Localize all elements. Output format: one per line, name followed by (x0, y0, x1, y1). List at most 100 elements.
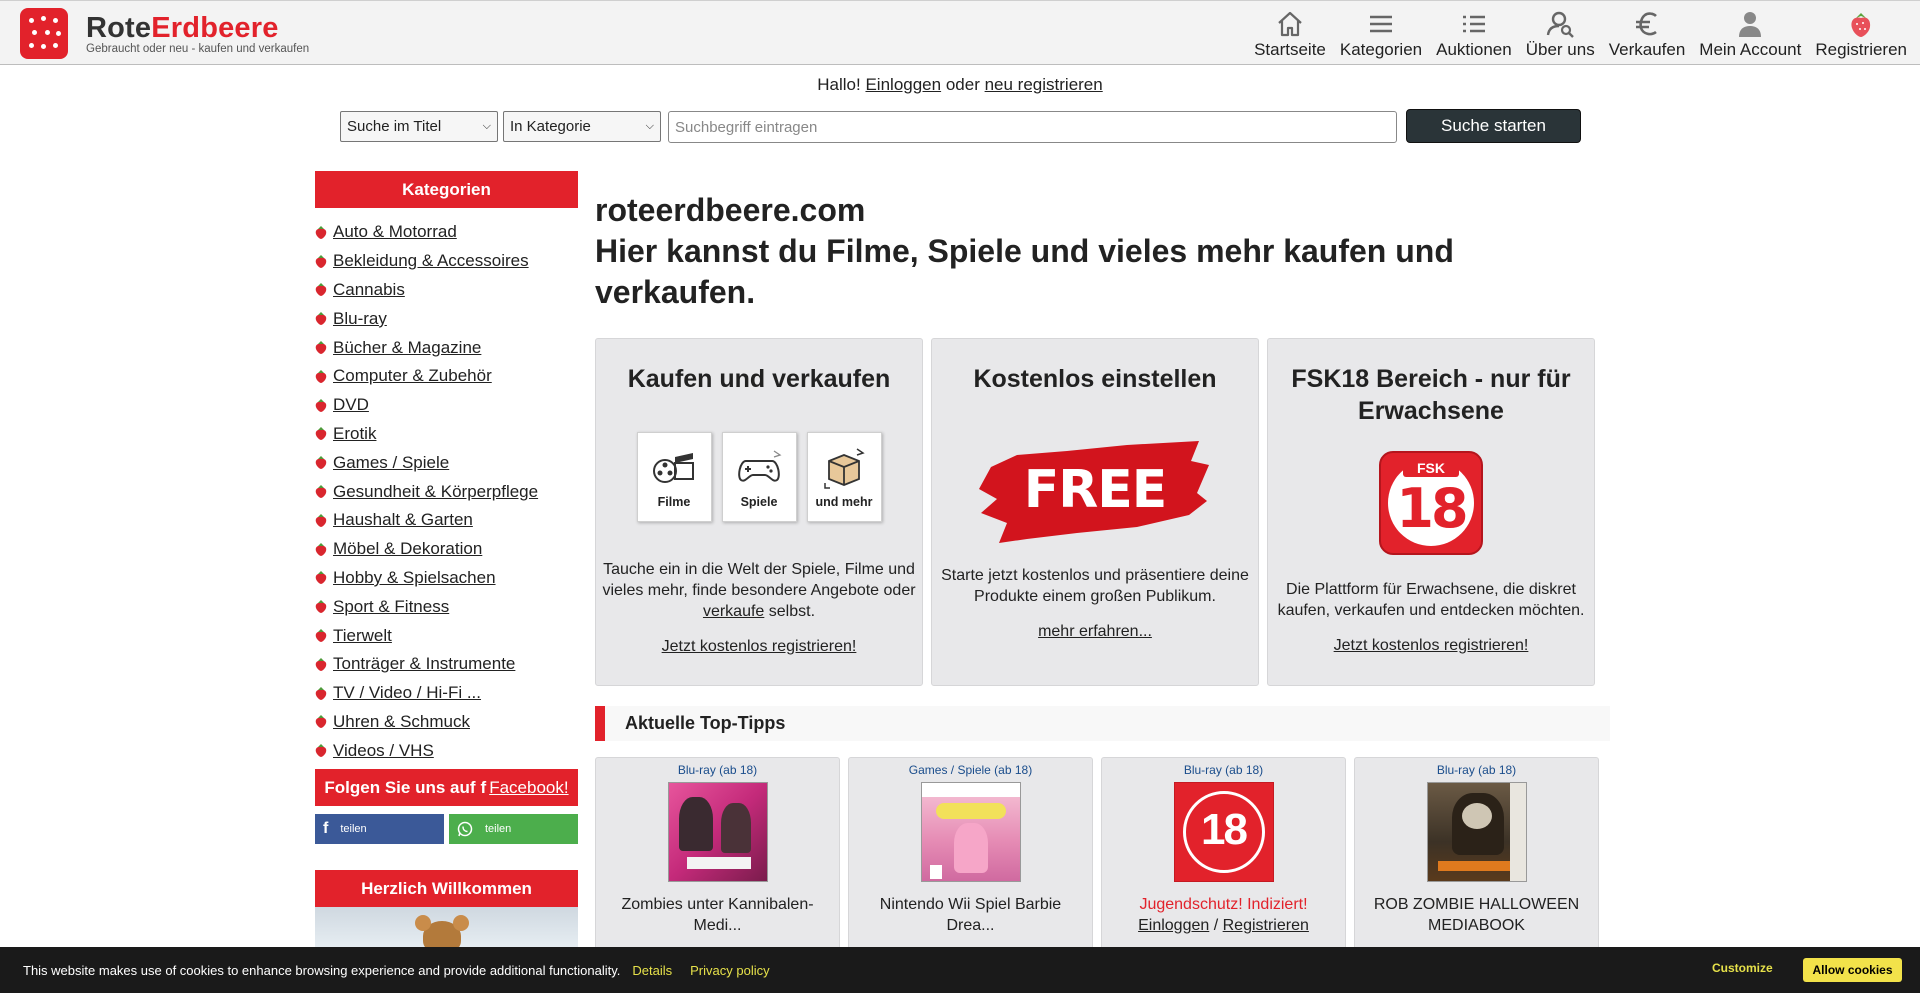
nav-verkaufen[interactable]: Verkaufen (1602, 9, 1693, 61)
product-title[interactable]: Nintendo Wii Spiel Barbie Drea... (849, 894, 1092, 936)
category-link[interactable]: Uhren & Schmuck (333, 712, 470, 732)
product-image[interactable] (1426, 782, 1527, 882)
category-item[interactable]: DVD (315, 391, 578, 420)
privacy-policy-link[interactable]: Privacy policy (690, 963, 769, 978)
category-link[interactable]: Blu-ray (333, 309, 387, 329)
register-link[interactable]: neu registrieren (985, 75, 1103, 94)
card-title: Kostenlos einstellen (973, 365, 1217, 393)
nav-label: Kategorien (1339, 40, 1423, 59)
greeting-or: oder (945, 75, 980, 94)
facebook-link[interactable]: Facebook! (489, 778, 568, 798)
category-link[interactable]: TV / Video / Hi-Fi ... (333, 683, 481, 703)
account-icon (1739, 12, 1762, 37)
category-item[interactable]: Blu-ray (315, 304, 578, 333)
category-item[interactable]: Uhren & Schmuck (315, 708, 578, 737)
sell-link[interactable]: verkaufe (703, 603, 764, 620)
product-category[interactable]: Blu-ray (ab 18) (1355, 763, 1598, 777)
facebook-f-icon: f (480, 777, 487, 797)
share-whatsapp-button[interactable]: teilen (449, 814, 578, 845)
category-link[interactable]: Gesundheit & Körperpflege (333, 482, 538, 502)
cookie-details-link[interactable]: Details (632, 963, 672, 978)
product-title[interactable]: ROB ZOMBIE HALLOWEEN MEDIABOOK (1355, 894, 1598, 936)
strawberry-bullet-icon (315, 341, 327, 355)
learn-more-link[interactable]: mehr erfahren... (1038, 623, 1152, 641)
category-item[interactable]: Games / Spiele (315, 448, 578, 477)
category-item[interactable]: Videos / VHS (315, 736, 578, 765)
cookie-customize-button[interactable]: Customize (1712, 961, 1773, 975)
search-input[interactable]: Suchbegriff eintragen (668, 111, 1397, 143)
category-link[interactable]: Hobby & Spielsachen (333, 568, 496, 588)
category-link[interactable]: Möbel & Dekoration (333, 539, 482, 559)
product-category[interactable]: Games / Spiele (ab 18) (849, 763, 1092, 777)
card-text-part: selbst. (768, 603, 816, 620)
category-item[interactable]: Gesundheit & Körperpflege (315, 477, 578, 506)
product-card[interactable]: Blu-ray (ab 18) Zombies unter Kannibalen… (595, 757, 840, 957)
category-item[interactable]: Tonträger & Instrumente (315, 650, 578, 679)
category-item[interactable]: Möbel & Dekoration (315, 535, 578, 564)
sidebar-heading: Kategorien (315, 171, 578, 208)
category-item[interactable]: TV / Video / Hi-Fi ... (315, 679, 578, 708)
product-card[interactable]: Blu-ray (ab 18) ROB ZOMBIE HALLOWEEN MED… (1354, 757, 1599, 957)
category-item[interactable]: Tierwelt (315, 621, 578, 650)
search-category-select[interactable]: In Kategorie ⌵ (503, 111, 661, 142)
card-text: Die Plattform für Erwachsene, die diskre… (1277, 581, 1585, 619)
strawberry-bullet-icon (315, 254, 327, 268)
search-scope-select[interactable]: Suche im Titel ⌵ (340, 111, 498, 142)
product-category[interactable]: Blu-ray (ab 18) (1102, 763, 1345, 777)
category-link[interactable]: Auto & Motorrad (333, 222, 457, 242)
chevron-down-icon: ⌵ (645, 120, 654, 132)
category-item[interactable]: Sport & Fitness (315, 592, 578, 621)
search-button[interactable]: Suche starten (1406, 109, 1581, 143)
nav-auktionen[interactable]: Auktionen (1429, 9, 1519, 61)
category-item[interactable]: Cannabis (315, 276, 578, 305)
category-item[interactable]: Erotik (315, 420, 578, 449)
link-separator: / (1213, 917, 1219, 934)
product-card[interactable]: Blu-ray (ab 18) 18 Jugendschutz! Indizie… (1101, 757, 1346, 957)
category-link[interactable]: Cannabis (333, 280, 405, 300)
category-link[interactable]: Videos / VHS (333, 741, 434, 761)
allow-cookies-button[interactable]: Allow cookies (1803, 958, 1902, 982)
product-title[interactable]: Zombies unter Kannibalen-Medi... (596, 894, 839, 936)
product-card[interactable]: Games / Spiele (ab 18) Nintendo Wii Spie… (848, 757, 1093, 957)
tile-label: und mehr (815, 495, 873, 509)
search-bar: Suche im Titel ⌵ In Kategorie ⌵ Suchbegr… (340, 108, 1581, 144)
product-image[interactable] (667, 782, 768, 882)
share-facebook-button[interactable]: f teilen (315, 814, 444, 845)
category-item[interactable]: Auto & Motorrad (315, 218, 578, 247)
product-category[interactable]: Blu-ray (ab 18) (596, 763, 839, 777)
tile-spiele[interactable]: Spiele (721, 432, 797, 522)
category-link[interactable]: Games / Spiele (333, 453, 449, 473)
category-link[interactable]: Erotik (333, 424, 376, 444)
product-image[interactable] (920, 782, 1021, 882)
category-link[interactable]: Computer & Zubehör (333, 366, 492, 386)
free-badge-text: FREE (1023, 460, 1168, 520)
nav-startseite[interactable]: Startseite (1247, 9, 1333, 61)
category-link[interactable]: Sport & Fitness (333, 597, 449, 617)
tile-und-mehr[interactable]: und mehr (806, 432, 882, 522)
nav-registrieren[interactable]: Registrieren (1808, 9, 1914, 61)
category-link[interactable]: Tierwelt (333, 626, 392, 646)
category-link[interactable]: Bekleidung & Accessoires (333, 251, 529, 271)
register-free-link[interactable]: Jetzt kostenlos registrieren! (662, 638, 857, 656)
free-badge-icon: FREE (977, 435, 1213, 545)
category-link[interactable]: Bücher & Magazine (333, 338, 481, 358)
brand-name-part1: Rote (86, 11, 152, 44)
nav-mein-account[interactable]: Mein Account (1692, 9, 1808, 61)
category-link[interactable]: Haushalt & Garten (333, 510, 473, 530)
register-free-link[interactable]: Jetzt kostenlos registrieren! (1334, 637, 1529, 655)
register-link[interactable]: Registrieren (1223, 917, 1309, 934)
category-link[interactable]: DVD (333, 395, 369, 415)
site-logo[interactable]: RoteErdbeere Gebraucht oder neu - kaufen… (20, 8, 309, 59)
category-item[interactable]: Bücher & Magazine (315, 333, 578, 362)
nav-kategorien[interactable]: Kategorien (1333, 9, 1429, 61)
category-item[interactable]: Haushalt & Garten (315, 506, 578, 535)
tile-filme[interactable]: Filme (636, 432, 712, 522)
category-item[interactable]: Hobby & Spielsachen (315, 564, 578, 593)
login-link[interactable]: Einloggen (1138, 917, 1209, 934)
category-item[interactable]: Bekleidung & Accessoires (315, 247, 578, 276)
category-item[interactable]: Computer & Zubehör (315, 362, 578, 391)
category-link[interactable]: Tonträger & Instrumente (333, 654, 515, 674)
nav-ueber-uns[interactable]: Über uns (1519, 9, 1602, 61)
site-header: RoteErdbeere Gebraucht oder neu - kaufen… (0, 0, 1920, 65)
login-link[interactable]: Einloggen (865, 75, 941, 94)
